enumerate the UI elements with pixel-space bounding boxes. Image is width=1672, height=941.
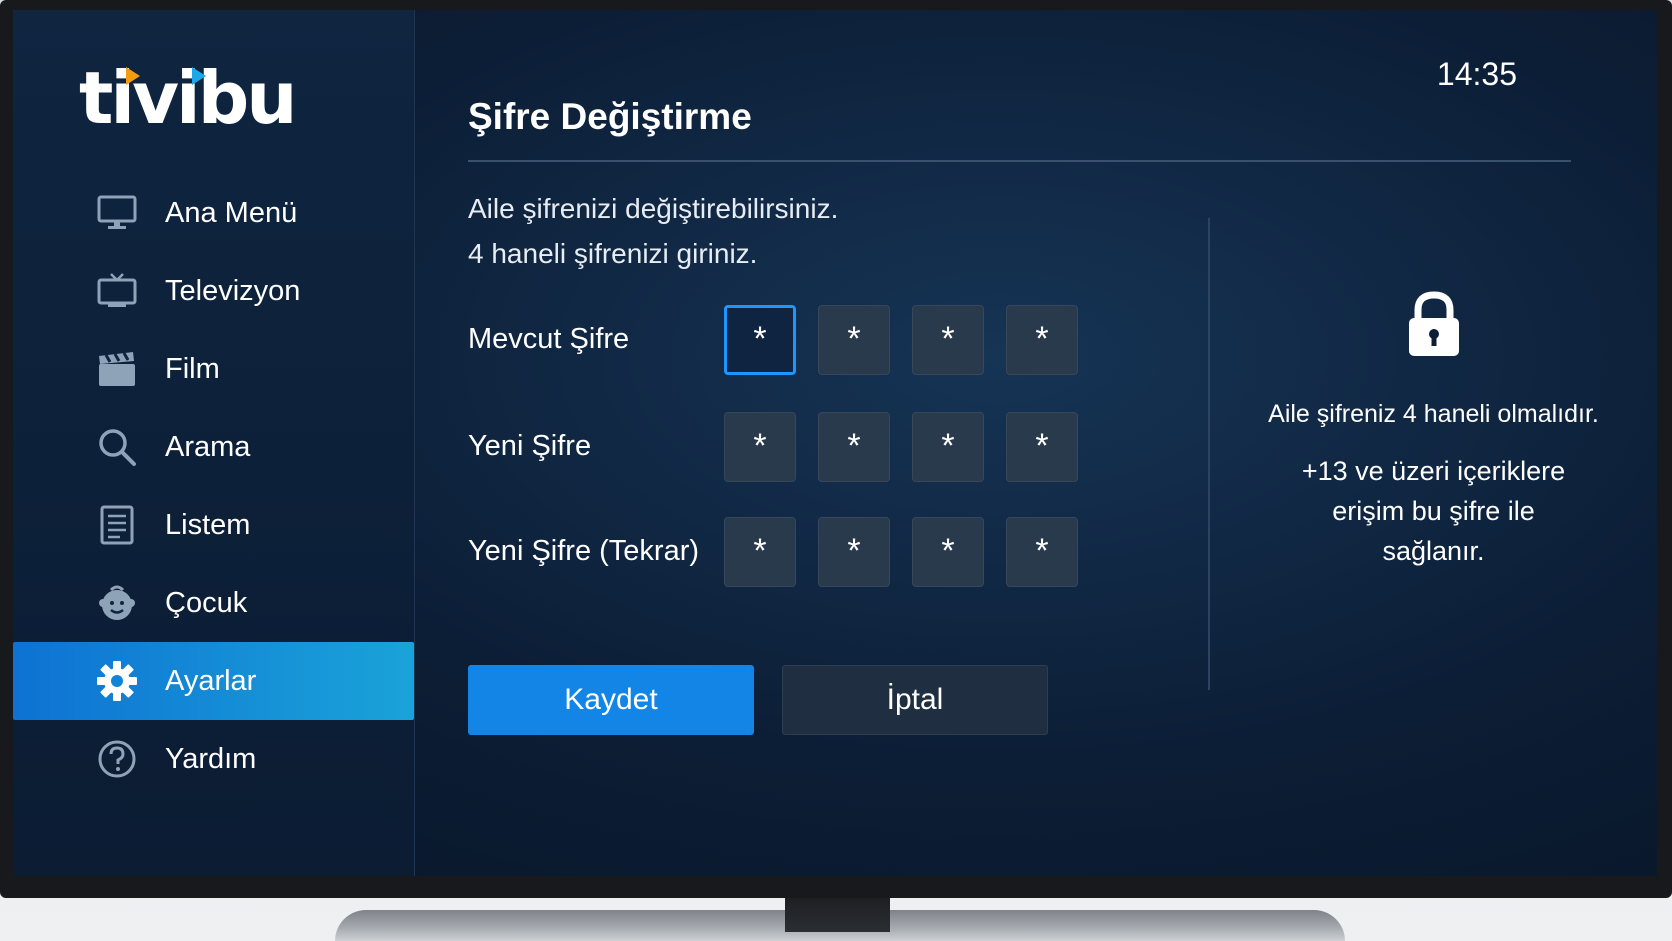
confirm-password-digit-1[interactable]: * bbox=[724, 516, 796, 587]
new-password-label: Yeni Şifre bbox=[468, 430, 592, 462]
cancel-button[interactable]: İptal bbox=[782, 665, 1048, 735]
new-password-digit-1[interactable]: * bbox=[724, 411, 796, 482]
sidebar-item-arama[interactable]: Arama bbox=[13, 408, 414, 486]
confirm-password-row: Yeni Şifre (Tekrar) * * * * bbox=[468, 514, 1100, 589]
info-line-1: Aile şifreniz 4 haneli olmalıdır. bbox=[1268, 400, 1599, 428]
sidebar-item-label: Çocuk bbox=[165, 586, 248, 619]
new-password-digit-3[interactable]: * bbox=[912, 411, 984, 482]
new-password-row: Yeni Şifre * * * * bbox=[468, 409, 1100, 484]
current-password-digit-1[interactable]: * bbox=[724, 304, 796, 375]
monitor-icon bbox=[95, 191, 139, 235]
sidebar-item-label: Ayarlar bbox=[165, 664, 257, 697]
sidebar-item-label: Arama bbox=[165, 430, 251, 463]
sidebar-item-listem[interactable]: Listem bbox=[13, 486, 414, 564]
description-line-2: 4 haneli şifrenizi giriniz. bbox=[468, 238, 758, 269]
save-button[interactable]: Kaydet bbox=[468, 665, 754, 735]
logo-text: tivibu bbox=[79, 56, 298, 140]
tv-icon bbox=[95, 269, 139, 313]
description-line-1: Aile şifrenizi değiştirebilirsiniz. bbox=[468, 193, 839, 224]
page-title: Şifre Değiştirme bbox=[468, 96, 752, 137]
lock-icon bbox=[1404, 290, 1464, 360]
sidebar: tivibu Ana Menü Televizyon Film Arama Li… bbox=[13, 10, 415, 876]
sidebar-item-yardim[interactable]: Yardım bbox=[13, 720, 414, 798]
info-panel: Aile şifreniz 4 haneli olmalıdır. +13 ve… bbox=[1210, 290, 1657, 571]
sidebar-item-cocuk[interactable]: Çocuk bbox=[13, 564, 414, 642]
sidebar-item-label: Yardım bbox=[165, 742, 257, 775]
current-password-digit-3[interactable]: * bbox=[912, 304, 984, 375]
sidebar-item-ana-menu[interactable]: Ana Menü bbox=[13, 174, 414, 252]
title-divider bbox=[468, 160, 1571, 162]
info-line-2a: +13 ve üzeri içeriklere bbox=[1301, 456, 1566, 486]
logo-orange-triangle bbox=[126, 67, 140, 85]
info-line-2b: erişim bu şifre ile bbox=[1332, 496, 1535, 526]
tv-bezel: tivibu Ana Menü Televizyon Film Arama Li… bbox=[0, 0, 1672, 898]
confirm-password-label: Yeni Şifre (Tekrar) bbox=[468, 535, 700, 567]
search-icon bbox=[95, 425, 139, 469]
new-password-digit-2[interactable]: * bbox=[818, 411, 890, 482]
sidebar-item-label: Listem bbox=[165, 508, 251, 541]
tivibu-logo: tivibu bbox=[79, 56, 298, 140]
new-password-digit-4[interactable]: * bbox=[1006, 411, 1078, 482]
description: Aile şifrenizi değiştirebilirsiniz. 4 ha… bbox=[468, 186, 838, 276]
sidebar-item-label: Ana Menü bbox=[165, 196, 298, 229]
sidebar-item-film[interactable]: Film bbox=[13, 330, 414, 408]
confirm-password-digit-4[interactable]: * bbox=[1006, 516, 1078, 587]
confirm-password-digit-3[interactable]: * bbox=[912, 516, 984, 587]
current-password-digit-4[interactable]: * bbox=[1006, 304, 1078, 375]
current-password-label: Mevcut Şifre bbox=[468, 323, 630, 355]
child-face-icon bbox=[95, 581, 139, 625]
info-line-2: +13 ve üzeri içeriklere erişim bu şifre … bbox=[1210, 451, 1657, 571]
info-line-2c: sağlanır. bbox=[1382, 536, 1485, 566]
clock: 14:35 bbox=[1436, 56, 1517, 92]
main-panel: 14:35 Şifre Değiştirme Aile şifrenizi de… bbox=[414, 10, 1657, 876]
logo-blue-triangle bbox=[192, 67, 206, 85]
sidebar-nav: Ana Menü Televizyon Film Arama Listem Ço… bbox=[13, 174, 414, 798]
confirm-password-digit-2[interactable]: * bbox=[818, 516, 890, 587]
sidebar-item-label: Televizyon bbox=[165, 274, 301, 307]
current-password-row: Mevcut Şifre * * * * bbox=[468, 302, 1100, 377]
tv-stand-neck bbox=[785, 892, 890, 932]
tv-screen: tivibu Ana Menü Televizyon Film Arama Li… bbox=[13, 10, 1657, 876]
gear-icon bbox=[95, 659, 139, 703]
clapperboard-icon bbox=[95, 347, 139, 391]
sidebar-item-televizyon[interactable]: Televizyon bbox=[13, 252, 414, 330]
help-icon bbox=[95, 737, 139, 781]
list-icon bbox=[95, 503, 139, 547]
sidebar-item-label: Film bbox=[165, 352, 220, 385]
current-password-digit-2[interactable]: * bbox=[818, 304, 890, 375]
sidebar-item-ayarlar[interactable]: Ayarlar bbox=[13, 642, 414, 720]
